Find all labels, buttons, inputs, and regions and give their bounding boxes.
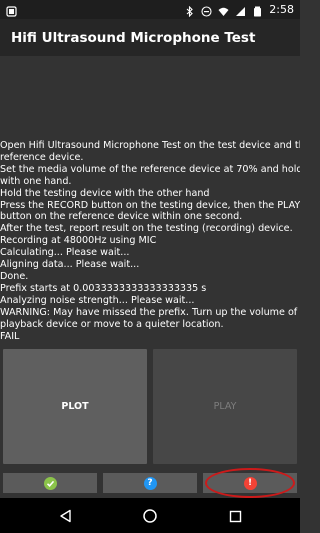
exclamation-circle-icon: ! bbox=[243, 476, 257, 490]
plot-button-label: PLOT bbox=[61, 401, 89, 412]
log-line: with one hand. bbox=[0, 175, 72, 187]
test-result-label: FAIL bbox=[0, 330, 22, 343]
log-line: Aligning data... Please wait... bbox=[0, 259, 140, 271]
log-line: Set the media volume of the reference de… bbox=[0, 163, 300, 175]
log-line: reference device. bbox=[0, 151, 84, 163]
recents-icon[interactable] bbox=[225, 506, 245, 526]
app-bar: Hifi Ultrasound Microphone Test bbox=[0, 19, 300, 56]
log-line: Open Hifi Ultrasound Microphone Test on … bbox=[0, 140, 300, 151]
log-line: Analyzing noise strength... Please wait.… bbox=[0, 294, 195, 306]
signal-icon bbox=[235, 4, 246, 16]
play-button-label: PLAY bbox=[213, 401, 237, 412]
wifi-icon bbox=[218, 4, 229, 16]
log-line: Prefix starts at 0.0033333333333333335 s bbox=[0, 282, 207, 294]
home-icon[interactable] bbox=[140, 506, 160, 526]
pass-button[interactable] bbox=[3, 473, 97, 493]
nav-bar bbox=[0, 498, 300, 533]
question-circle-icon: ? bbox=[143, 476, 157, 490]
log-line: Press the RECORD button on the testing d… bbox=[0, 199, 300, 211]
check-circle-icon bbox=[43, 476, 57, 490]
back-icon[interactable] bbox=[56, 506, 76, 526]
log-line: playback device or move to a quieter loc… bbox=[0, 318, 224, 330]
info-button[interactable]: ? bbox=[103, 473, 197, 493]
minus-circle-icon bbox=[201, 4, 212, 17]
log-line: Hold the testing device with the other h… bbox=[0, 187, 210, 199]
log-line: After the test, report result on the tes… bbox=[0, 223, 293, 235]
log-line: Recording at 48000Hz using MIC bbox=[0, 235, 157, 247]
status-clock: 2:58 bbox=[269, 3, 294, 16]
page-title: Hifi Ultrasound Microphone Test bbox=[11, 29, 256, 46]
test-log: Open Hifi Ultrasound Microphone Test on … bbox=[0, 140, 300, 343]
log-line: button on the reference device within on… bbox=[0, 211, 243, 223]
battery-icon bbox=[252, 4, 263, 17]
bluetooth-icon bbox=[184, 4, 195, 18]
log-line: Calculating... Please wait... bbox=[0, 247, 130, 259]
app-notification-icon bbox=[6, 4, 17, 17]
fail-button[interactable]: ! bbox=[203, 473, 297, 493]
play-button[interactable]: PLAY bbox=[153, 349, 297, 464]
plot-button[interactable]: PLOT bbox=[3, 349, 147, 464]
log-line: WARNING: May have missed the prefix. Tur… bbox=[0, 306, 300, 318]
log-line: Done. bbox=[0, 270, 29, 282]
status-bar: 2:58 bbox=[0, 0, 300, 19]
